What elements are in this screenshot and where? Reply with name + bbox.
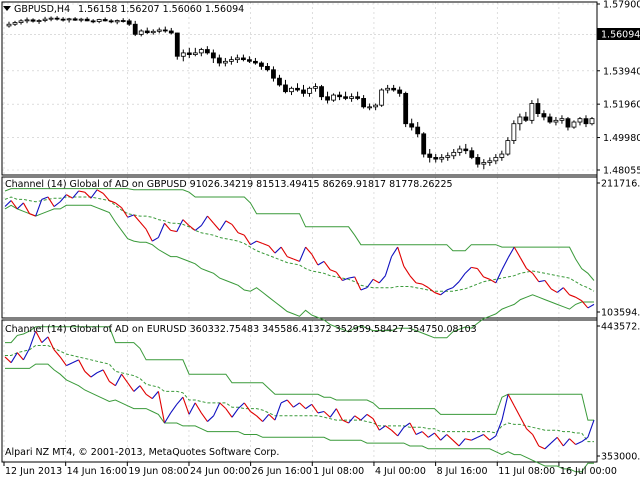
candle	[403, 91, 409, 128]
x-tick-label: 4 Jul 00:00	[375, 466, 426, 477]
x-tick-label: 24 Jun 00:00	[190, 466, 250, 477]
current-price-label: 1.56094	[601, 30, 640, 41]
current-price-box: 1.56094	[597, 28, 640, 41]
candle	[421, 132, 427, 158]
terminal-chart-window: 1.57900 1.53940 1.51960 1.49980 1.48055 21171…	[0, 0, 640, 480]
candle	[529, 100, 535, 124]
candle	[511, 120, 517, 144]
y-tick-label: 1.53940	[603, 66, 640, 77]
y-tick-label: 1.48055	[603, 166, 640, 177]
copyright-label: Alpari NZ MT4, © 2001-2013, MetaQuotes S…	[5, 447, 279, 458]
candle	[379, 88, 385, 107]
candle	[174, 32, 180, 60]
header-symbol: GBPUSD,H4	[14, 4, 70, 15]
y-tick-label: 443572.64	[601, 322, 640, 333]
x-tick-label: 26 Jun 16:00	[252, 466, 312, 477]
y-tick-label: 103594.44	[601, 308, 640, 319]
x-tick-label: 11 Jul 08:00	[498, 466, 555, 477]
y-tick-label: 1.57900	[603, 0, 640, 11]
y-tick-label: 1.51960	[603, 100, 640, 111]
x-tick-label: 8 Jul 16:00	[437, 466, 488, 477]
x-tick-label: 19 Jun 08:00	[128, 466, 188, 477]
y-tick-label: 1.49980	[603, 133, 640, 144]
header-ohlc: 1.56158 1.56207 1.56060 1.56094	[78, 4, 244, 15]
x-tick-label: 14 Jun 16:00	[67, 466, 127, 477]
y-tick-label: 353000.00	[601, 452, 640, 463]
panel-title-gbpusd: Channel (14) Global of AD on GBPUSD 9102…	[5, 179, 453, 190]
price-header: GBPUSD,H4 1.56158 1.56207 1.56060 1.5609…	[3, 4, 244, 15]
x-tick-label: 1 Jul 08:00	[313, 466, 364, 477]
x-tick-label: 12 Jun 2013	[5, 466, 62, 477]
x-tick-label: 16 Jul 00:00	[560, 466, 617, 477]
y-tick-label: 211716.00	[601, 179, 640, 190]
chart-background	[0, 0, 640, 480]
chart-canvas[interactable]: 1.57900 1.53940 1.51960 1.49980 1.48055 21171…	[0, 0, 640, 480]
panel-title-eurusd: Channel (14) Global of AD on EURUSD 3603…	[5, 324, 477, 335]
